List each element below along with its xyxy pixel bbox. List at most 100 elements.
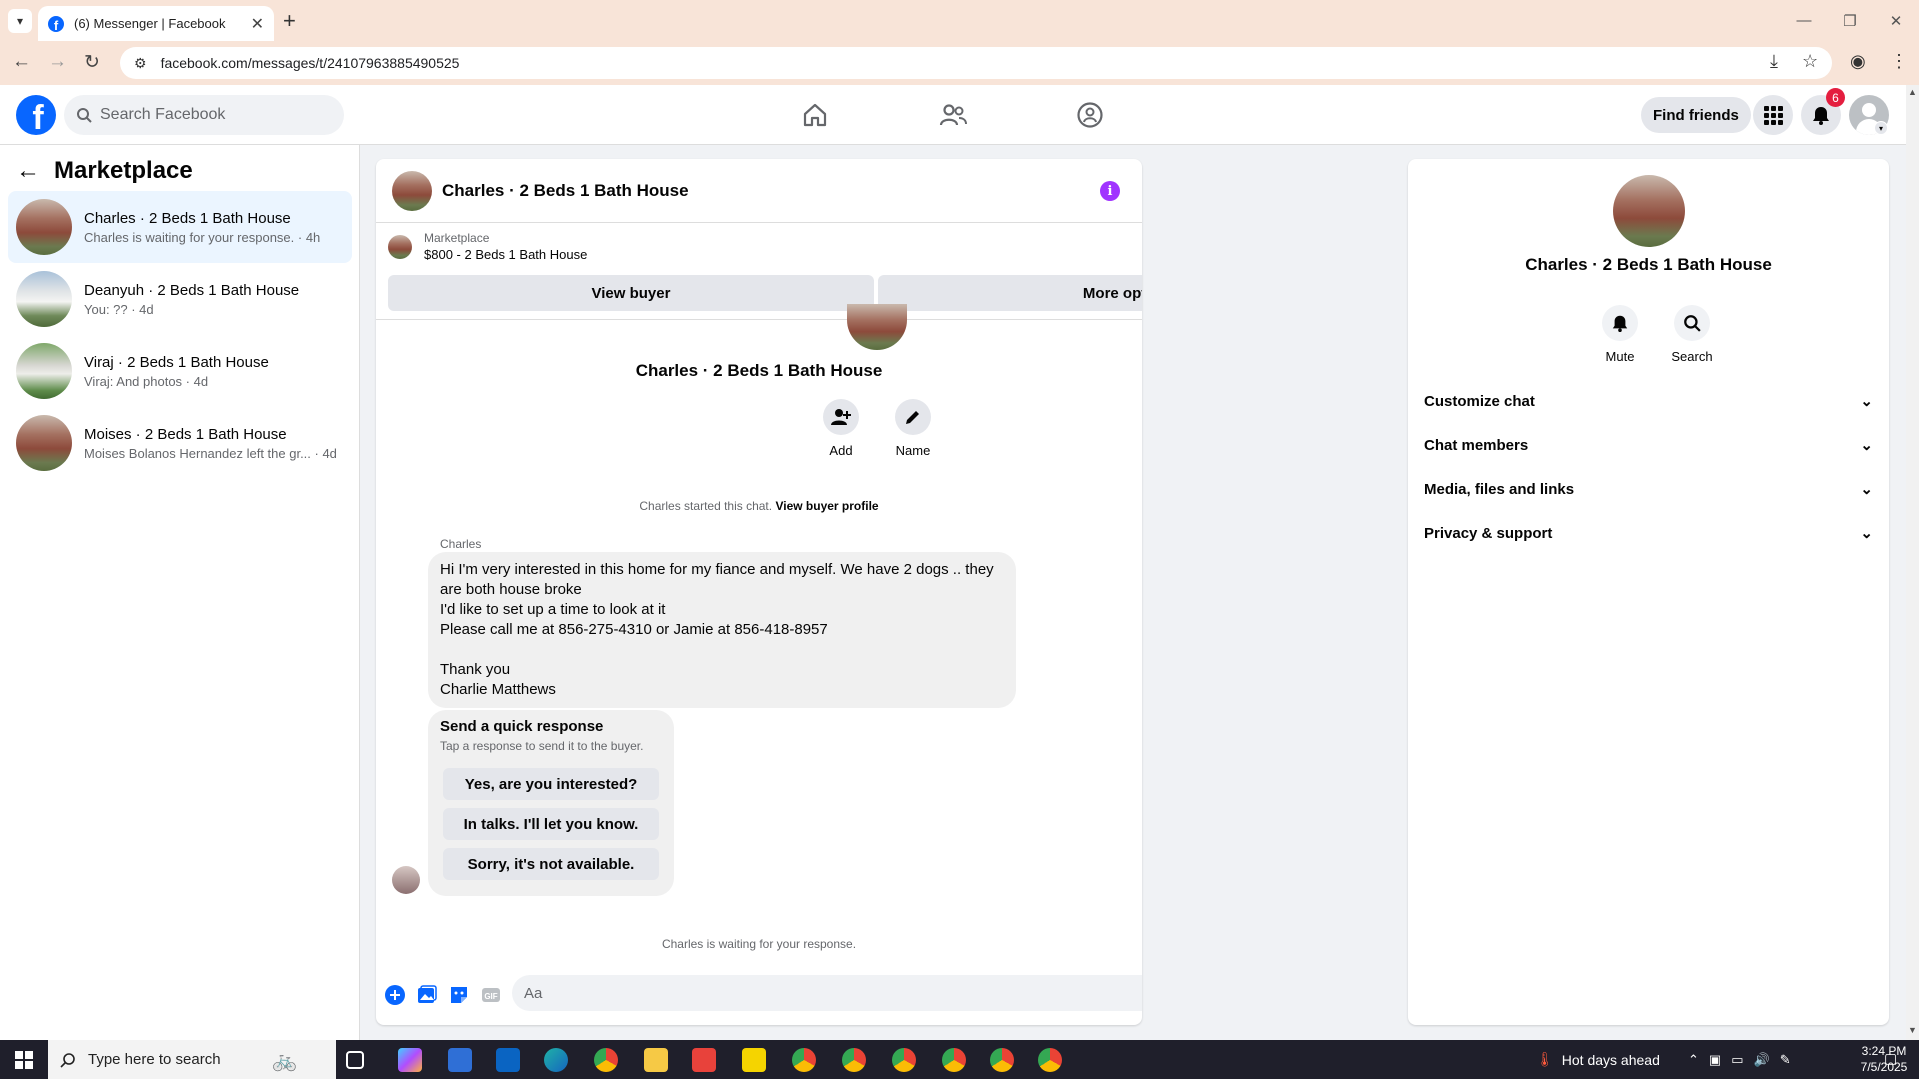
- info-name: Charles · 2 Beds 1 Bath House: [1525, 255, 1772, 274]
- chrome-icon[interactable]: [792, 1048, 816, 1072]
- reload-icon[interactable]: ↻: [84, 51, 100, 74]
- view-buyer-button[interactable]: View buyer: [388, 275, 874, 311]
- scroll-up-icon[interactable]: ▲: [1908, 87, 1917, 97]
- chat-header: Charles · 2 Beds 1 Bath House: [376, 159, 1142, 223]
- search-conversation-button[interactable]: Search: [1662, 305, 1722, 364]
- gif-button[interactable]: GIF: [480, 984, 502, 1006]
- groups-nav[interactable]: [1034, 85, 1146, 145]
- quick-response-button[interactable]: In talks. I'll let you know.: [443, 808, 659, 840]
- profile-icon[interactable]: ◉: [1850, 51, 1866, 72]
- customize-chat-section[interactable]: Customize chat ⌄: [1424, 379, 1873, 423]
- listing-thumbnail: [388, 234, 412, 259]
- sticker-icon: [451, 987, 467, 1003]
- bicycle-icon: 🚲: [272, 1050, 297, 1072]
- chevron-down-icon: ⌄: [1860, 437, 1873, 454]
- weather-widget[interactable]: 🌡 Hot days ahead: [1536, 1040, 1660, 1079]
- more-actions-button[interactable]: [384, 984, 406, 1006]
- conversation-preview: Viraj: And photos · 4d: [84, 373, 209, 389]
- notification-center-icon[interactable]: ▢: [1884, 1050, 1897, 1067]
- new-tab-button[interactable]: +: [283, 8, 296, 34]
- chrome-icon[interactable]: [594, 1048, 618, 1072]
- chrome-icon[interactable]: [942, 1048, 966, 1072]
- media-files-section[interactable]: Media, files and links ⌄: [1424, 467, 1873, 511]
- chat-title[interactable]: Charles · 2 Beds 1 Bath House: [442, 181, 689, 201]
- sticky-notes-icon[interactable]: [742, 1048, 766, 1072]
- restore-icon[interactable]: ❐: [1827, 0, 1873, 41]
- quick-response-card: Send a quick response Tap a response to …: [428, 710, 674, 896]
- file-explorer-icon[interactable]: [644, 1048, 668, 1072]
- app-icon[interactable]: [692, 1048, 716, 1072]
- task-view-icon[interactable]: [346, 1051, 364, 1069]
- chrome-icon[interactable]: [842, 1048, 866, 1072]
- search-input[interactable]: [100, 106, 310, 124]
- close-tab-icon[interactable]: ✕: [251, 14, 264, 34]
- listing-summary[interactable]: Marketplace $800 - 2 Beds 1 Bath House: [388, 231, 587, 262]
- store-icon[interactable]: [448, 1048, 472, 1072]
- find-friends-button[interactable]: Find friends: [1641, 97, 1751, 133]
- chat-avatar[interactable]: [392, 170, 432, 211]
- mute-button[interactable]: Mute: [1590, 305, 1650, 364]
- sticker-button[interactable]: [448, 984, 470, 1006]
- address-bar[interactable]: ⚙ facebook.com/messages/t/24107963885490…: [120, 47, 1832, 79]
- add-people-button[interactable]: Add: [811, 399, 871, 458]
- scroll-down-icon[interactable]: ▼: [1908, 1025, 1917, 1035]
- more-options-button[interactable]: More options: [878, 275, 1142, 311]
- privacy-support-section[interactable]: Privacy & support ⌄: [1424, 511, 1873, 555]
- conversation-name: Viraj · 2 Beds 1 Bath House: [84, 353, 269, 371]
- message-input[interactable]: [524, 984, 1142, 1002]
- site-info-icon[interactable]: ⚙: [134, 55, 147, 72]
- chrome-icon[interactable]: [1038, 1048, 1062, 1072]
- bell-icon: [1813, 107, 1829, 125]
- pen-icon[interactable]: ✎: [1780, 1052, 1791, 1068]
- conversation-item[interactable]: Charles · 2 Beds 1 Bath House Charles is…: [8, 191, 352, 263]
- chat-info-panel: Charles · 2 Beds 1 Bath House Mute Searc…: [1408, 159, 1889, 1025]
- edge-icon[interactable]: [544, 1048, 568, 1072]
- groups-icon: [1077, 102, 1103, 128]
- browser-tab-messenger[interactable]: f (6) Messenger | Facebook ✕: [38, 6, 274, 41]
- attach-photo-button[interactable]: [416, 984, 438, 1006]
- chrome-icon[interactable]: [990, 1048, 1014, 1072]
- message-composer[interactable]: [512, 975, 1142, 1011]
- info-icon[interactable]: i: [1100, 181, 1120, 201]
- minimize-icon[interactable]: —: [1781, 0, 1827, 41]
- close-window-icon[interactable]: ✕: [1873, 0, 1919, 41]
- outlook-icon[interactable]: [496, 1048, 520, 1072]
- quick-response-button[interactable]: Sorry, it's not available.: [443, 848, 659, 880]
- search-icon: [77, 108, 92, 123]
- forward-icon[interactable]: →: [48, 51, 67, 73]
- edit-name-button[interactable]: Name: [883, 399, 943, 458]
- quick-response-button[interactable]: Yes, are you interested?: [443, 768, 659, 800]
- conversation-item[interactable]: Viraj · 2 Beds 1 Bath House Viraj: And p…: [8, 335, 352, 407]
- back-arrow-icon[interactable]: ←: [16, 157, 40, 185]
- facebook-logo[interactable]: f: [16, 95, 56, 135]
- chevron-down-icon: ⌄: [1860, 393, 1873, 410]
- chrome-icon[interactable]: [892, 1048, 916, 1072]
- conversation-item[interactable]: Moises · 2 Beds 1 Bath House Moises Bola…: [8, 407, 352, 479]
- search-facebook[interactable]: [64, 95, 344, 135]
- menu-button[interactable]: [1753, 95, 1793, 135]
- chat-members-section[interactable]: Chat members ⌄: [1424, 423, 1873, 467]
- conversation-item[interactable]: Deanyuh · 2 Beds 1 Bath House You: ?? · …: [8, 263, 352, 335]
- facebook-header: f Find friends 6 ▾: [0, 85, 1906, 145]
- install-app-icon[interactable]: ⤓: [1770, 51, 1778, 72]
- windows-logo-icon: [15, 1050, 33, 1069]
- home-nav[interactable]: [759, 85, 871, 145]
- name-label: Name: [895, 443, 931, 458]
- menu-dots-icon[interactable]: ⋮: [1890, 51, 1908, 72]
- started-text: Charles started this chat.: [639, 499, 773, 513]
- friends-icon: [939, 104, 967, 126]
- start-button[interactable]: [0, 1040, 48, 1079]
- view-buyer-profile-link[interactable]: View buyer profile: [775, 499, 878, 513]
- friends-nav[interactable]: [897, 85, 1009, 145]
- meet-icon[interactable]: ▣: [1709, 1052, 1721, 1068]
- tab-search-icon[interactable]: ▾: [8, 9, 32, 33]
- back-icon[interactable]: ←: [12, 51, 31, 73]
- network-icon[interactable]: ▭: [1731, 1052, 1743, 1068]
- copilot-icon[interactable]: [398, 1048, 422, 1072]
- bookmark-star-icon[interactable]: ☆: [1802, 51, 1818, 72]
- chevron-up-icon[interactable]: ⌃: [1688, 1052, 1699, 1068]
- page-scrollbar[interactable]: ▲ ▼: [1906, 85, 1919, 1040]
- listing-price: $800 - 2 Beds 1 Bath House: [424, 247, 588, 262]
- tab-title: (6) Messenger | Facebook: [74, 16, 226, 31]
- volume-icon[interactable]: 🔊: [1754, 1052, 1770, 1068]
